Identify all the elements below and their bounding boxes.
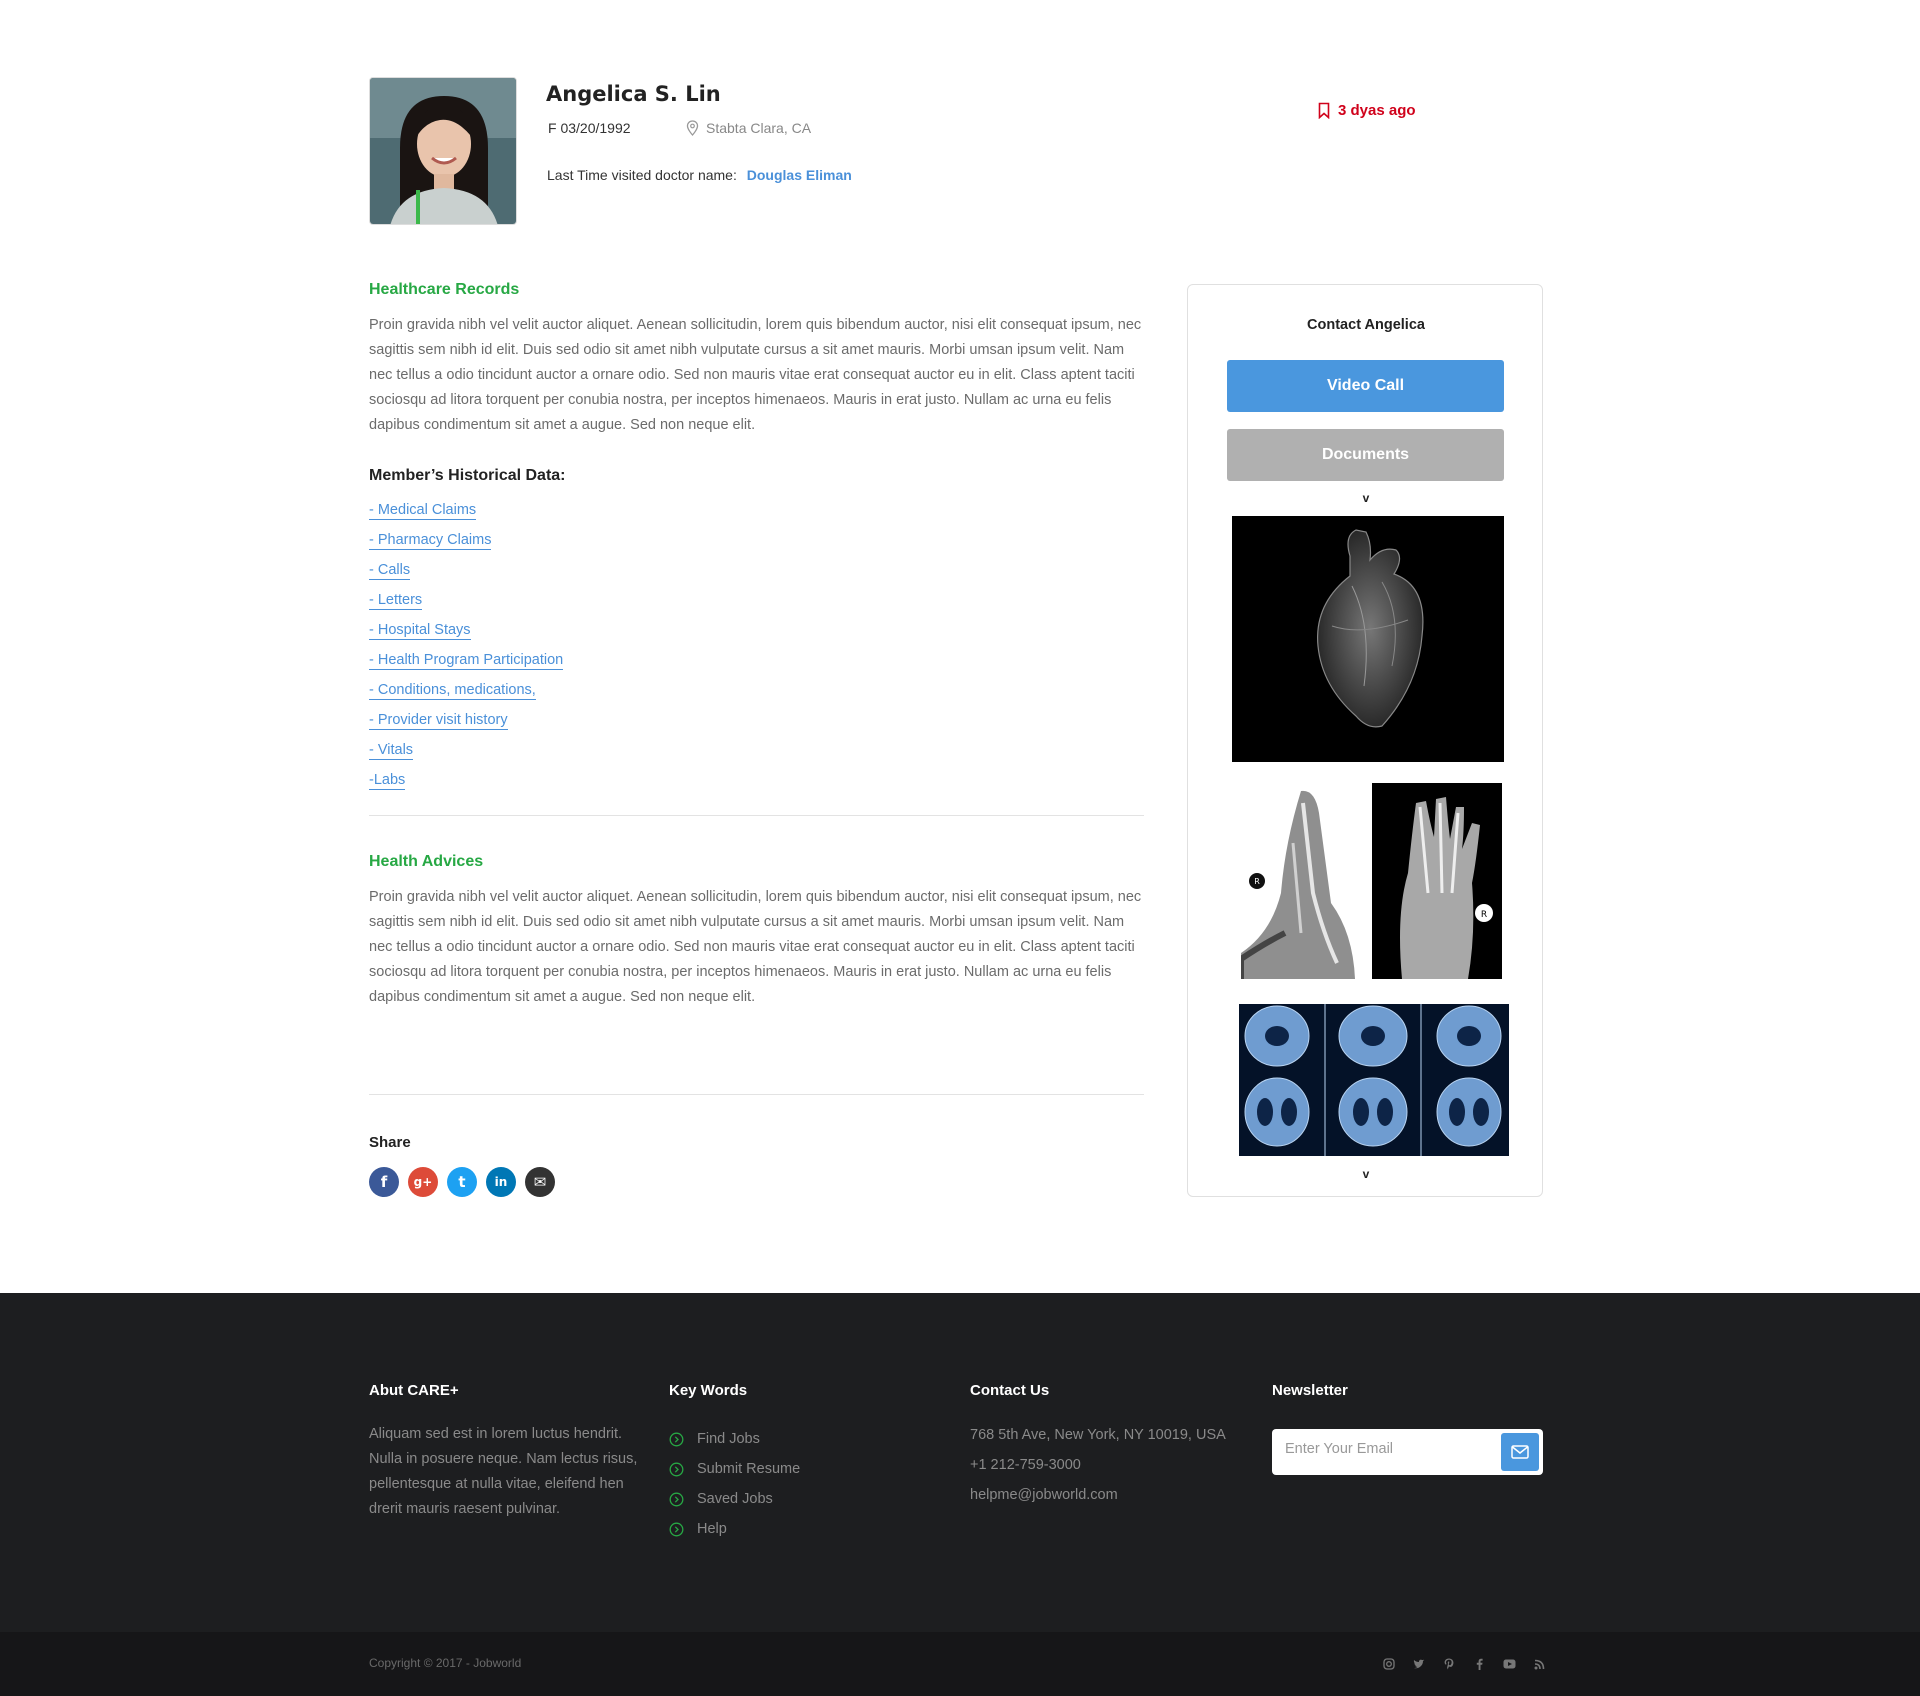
share-buttons: f g+ t in ✉ xyxy=(369,1167,555,1197)
list-item: - Hospital Stays xyxy=(369,621,563,651)
footer-address: 768 5th Ave, New York, NY 10019, USA xyxy=(970,1427,1226,1443)
chevron-up-toggle[interactable]: v xyxy=(1188,491,1544,505)
divider xyxy=(369,1094,1144,1095)
newsletter-form xyxy=(1272,1429,1543,1475)
footer-keyword-label: Submit Resume xyxy=(697,1461,801,1477)
footer-about-title: Abut CARE+ xyxy=(369,1382,459,1399)
healthcare-records-title: Healthcare Records xyxy=(369,281,520,298)
chevron-down-toggle[interactable]: v xyxy=(1188,1167,1544,1181)
footer-bottom-bar: Copyright © 2017 - Jobworld xyxy=(0,1632,1920,1696)
health-advices-title: Health Advices xyxy=(369,853,484,870)
last-visit-line: Last Time visited doctor name: Douglas E… xyxy=(547,167,852,183)
share-twitter-button[interactable]: t xyxy=(447,1167,477,1197)
instagram-icon[interactable] xyxy=(1381,1656,1397,1672)
share-email-button[interactable]: ✉ xyxy=(525,1167,555,1197)
historical-data-link[interactable]: - Medical Claims xyxy=(369,502,477,520)
posted-ago-text: 3 dyas ago xyxy=(1338,102,1416,119)
patient-name: Angelica S. Lin xyxy=(546,82,721,106)
health-advices-text: Proin gravida nibh vel velit auctor aliq… xyxy=(369,889,1142,1005)
newsletter-submit-button[interactable] xyxy=(1501,1433,1539,1471)
share-label: Share xyxy=(369,1134,411,1151)
patient-location: Stabta Clara, CA xyxy=(686,120,811,136)
healthcare-records-text: Proin gravida nibh vel velit auctor aliq… xyxy=(369,317,1142,433)
footer-about-text: Aliquam sed est in lorem luctus hendrit.… xyxy=(369,1426,638,1517)
video-call-button[interactable]: Video Call xyxy=(1227,360,1504,412)
list-item: - Calls xyxy=(369,561,563,591)
footer-social-icons xyxy=(1381,1656,1547,1672)
location-text: Stabta Clara, CA xyxy=(706,120,812,136)
list-item: - Conditions, medications, xyxy=(369,681,563,711)
footer-email[interactable]: helpme@jobworld.com xyxy=(970,1480,1226,1510)
last-visit-label: Last Time visited doctor name: xyxy=(547,167,737,183)
foot-xray-side-image[interactable]: R xyxy=(1241,783,1357,979)
twitter-icon[interactable] xyxy=(1411,1656,1427,1672)
historical-data-link[interactable]: - Hospital Stays xyxy=(369,622,471,640)
map-pin-icon xyxy=(686,120,699,136)
share-linkedin-button[interactable]: in xyxy=(486,1167,516,1197)
youtube-icon[interactable] xyxy=(1501,1656,1517,1672)
newsletter-email-input[interactable] xyxy=(1285,1441,1485,1457)
svg-text:R: R xyxy=(1481,910,1487,920)
historical-data-title: Member’s Historical Data: xyxy=(369,467,566,484)
footer-keyword-link[interactable]: Saved Jobs xyxy=(669,1484,800,1514)
site-footer: Abut CARE+ Aliquam sed est in lorem luct… xyxy=(0,1293,1920,1632)
list-item: - Pharmacy Claims xyxy=(369,531,563,561)
historical-data-link[interactable]: - Health Program Participation xyxy=(369,652,564,670)
pinterest-icon[interactable] xyxy=(1441,1656,1457,1672)
heart-xray-image[interactable] xyxy=(1232,516,1504,762)
divider xyxy=(369,815,1144,816)
copyright-text: Copyright © 2017 - Jobworld xyxy=(369,1656,522,1670)
historical-data-link[interactable]: - Pharmacy Claims xyxy=(369,532,492,550)
documents-button[interactable]: Documents xyxy=(1227,429,1504,481)
chevron-right-circle-icon xyxy=(669,1492,684,1506)
footer-keyword-label: Help xyxy=(697,1521,727,1537)
footer-contact-title: Contact Us xyxy=(970,1382,1050,1399)
historical-data-link[interactable]: - Vitals xyxy=(369,742,414,760)
footer-contact-info: 768 5th Ave, New York, NY 10019, USA +1 … xyxy=(970,1420,1226,1510)
envelope-icon xyxy=(1511,1445,1529,1459)
bookmark-icon xyxy=(1318,102,1330,119)
footer-keyword-link[interactable]: Find Jobs xyxy=(669,1424,800,1454)
list-item: - Medical Claims xyxy=(369,501,563,531)
footer-keyword-label: Saved Jobs xyxy=(697,1491,773,1507)
historical-data-link[interactable]: - Calls xyxy=(369,562,411,580)
patient-photo xyxy=(369,77,517,225)
facebook-icon[interactable] xyxy=(1471,1656,1487,1672)
chevron-right-circle-icon xyxy=(669,1462,684,1476)
contact-card-title: Contact Angelica xyxy=(1307,317,1425,333)
rss-icon[interactable] xyxy=(1531,1656,1547,1672)
footer-keyword-label: Find Jobs xyxy=(697,1431,760,1447)
footer-phone[interactable]: +1 212-759-3000 xyxy=(970,1450,1226,1480)
doctor-name-link[interactable]: Douglas Eliman xyxy=(747,167,852,183)
footer-keyword-link[interactable]: Submit Resume xyxy=(669,1454,800,1484)
contact-card: Contact Angelica Video Call Documents v xyxy=(1187,284,1543,1197)
historical-data-list: - Medical Claims - Pharmacy Claims - Calls… xyxy=(369,501,564,801)
share-facebook-button[interactable]: f xyxy=(369,1167,399,1197)
list-item: - Letters xyxy=(369,591,563,621)
historical-data-link[interactable]: - Provider visit history xyxy=(369,712,508,730)
foot-xray-top-image[interactable]: R xyxy=(1372,783,1502,979)
list-item: - Vitals xyxy=(369,741,563,771)
chevron-right-circle-icon xyxy=(669,1522,684,1536)
brain-mri-image[interactable] xyxy=(1239,1004,1509,1156)
share-google-plus-button[interactable]: g+ xyxy=(408,1167,438,1197)
historical-data-link[interactable]: -Labs xyxy=(369,772,406,790)
list-item: - Health Program Participation xyxy=(369,651,564,681)
chevron-right-circle-icon xyxy=(669,1432,684,1446)
footer-keyword-link[interactable]: Help xyxy=(669,1514,800,1544)
historical-data-link[interactable]: - Letters xyxy=(369,592,423,610)
patient-dob: F 03/20/1992 xyxy=(548,120,631,136)
historical-data-link[interactable]: - Conditions, medications, xyxy=(369,682,536,700)
posted-ago[interactable]: 3 dyas ago xyxy=(1318,102,1416,119)
footer-keywords-list: Find Jobs Submit Resume Saved Jobs Help xyxy=(669,1424,800,1544)
footer-keywords-title: Key Words xyxy=(669,1382,748,1399)
footer-newsletter-title: Newsletter xyxy=(1272,1382,1348,1399)
svg-text:R: R xyxy=(1254,877,1260,886)
list-item: -Labs xyxy=(369,771,563,801)
list-item: - Provider visit history xyxy=(369,711,563,741)
